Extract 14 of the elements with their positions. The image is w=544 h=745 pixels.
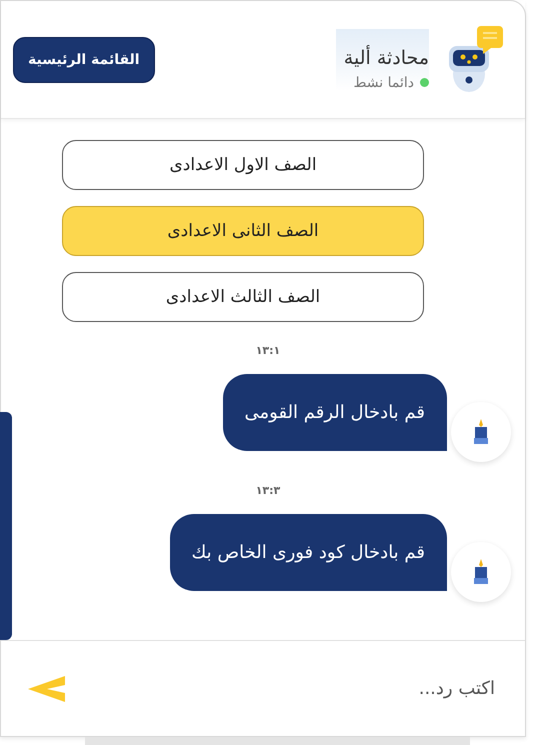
status-text: دائما نشط xyxy=(353,74,414,90)
message-bubble: قم بادخال كود فورى الخاص بك xyxy=(170,514,447,590)
chat-title: محادثة ألية xyxy=(344,46,429,68)
bot-avatar xyxy=(451,402,511,462)
option-button[interactable]: الصف الثانى الاعدادى xyxy=(62,206,424,256)
main-menu-button[interactable]: القائمة الرئيسية xyxy=(13,36,155,82)
option-button[interactable]: الصف الثالث الاعدادى xyxy=(62,272,424,322)
reply-input[interactable]: اكتب رد... xyxy=(67,677,497,700)
message-time: ١٣:١ xyxy=(254,344,282,359)
bot-avatar xyxy=(451,542,511,602)
message-time: ١٣:٣ xyxy=(254,484,282,499)
message-bubble: قم بادخال الرقم القومى xyxy=(222,374,447,450)
send-button[interactable] xyxy=(27,674,67,704)
option-button[interactable]: الصف الاول الاعدادى xyxy=(62,140,424,190)
